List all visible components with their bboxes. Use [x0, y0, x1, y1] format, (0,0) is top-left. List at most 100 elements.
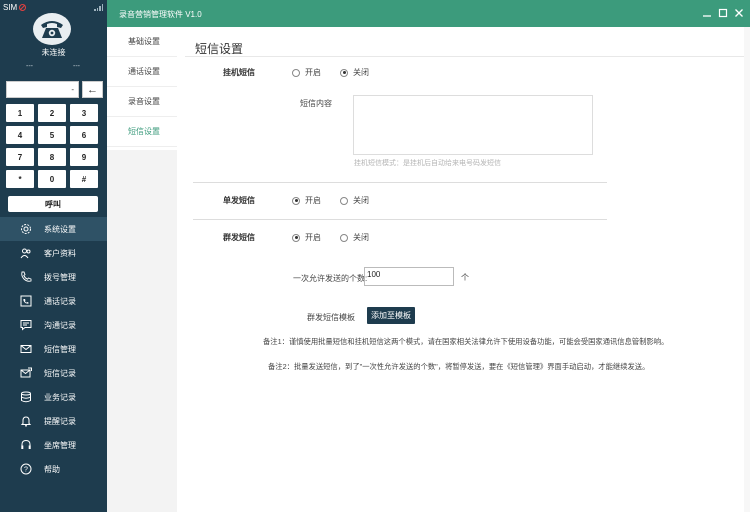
radio-icon: [292, 68, 300, 77]
headset-icon: [20, 439, 32, 451]
radio-selected-icon: [340, 68, 348, 77]
submenu-basic-settings[interactable]: 基础设置: [107, 27, 177, 57]
database-icon: [20, 391, 32, 403]
group-template-label: 群发短信模板: [307, 313, 355, 322]
group-sms-open-radio[interactable]: 开启: [292, 232, 321, 243]
nav-label: 沟通记录: [44, 320, 76, 330]
key-star[interactable]: *: [6, 170, 34, 188]
nav-item-seat-management[interactable]: 坐席管理: [0, 433, 107, 457]
phone-icon: [20, 271, 32, 283]
connection-status: 未连接: [41, 48, 66, 57]
note-1: 备注1：谨慎使用批量短信和挂机短信这两个模式，请在国家相关法律允许下使用设备功能…: [263, 337, 669, 346]
nav-item-help[interactable]: ? 帮助: [0, 457, 107, 481]
nav-label: 业务记录: [44, 392, 76, 402]
send-count-unit: 个: [461, 273, 469, 282]
help-icon: ?: [20, 463, 32, 475]
chat-icon: [20, 319, 32, 331]
nav-label: 系统设置: [44, 224, 76, 234]
key-2[interactable]: 2: [38, 104, 66, 122]
nav-item-system-settings[interactable]: 系统设置: [0, 217, 107, 241]
nav-label: 短信记录: [44, 368, 76, 378]
svg-text:?: ?: [24, 467, 28, 474]
key-0[interactable]: 0: [38, 170, 66, 188]
close-icon[interactable]: [733, 7, 745, 19]
gear-icon: [20, 223, 32, 235]
key-8[interactable]: 8: [38, 148, 66, 166]
sim-disabled-icon: [19, 4, 27, 11]
nav-label: 帮助: [44, 464, 60, 474]
settings-submenu: 基础设置 通话设置 录音设置 短信设置: [107, 27, 177, 512]
maximize-icon[interactable]: [717, 7, 729, 19]
nav-item-call-records[interactable]: 通话记录: [0, 289, 107, 313]
submenu-sms-settings[interactable]: 短信设置: [107, 117, 177, 147]
nav-label: 拨号管理: [44, 272, 76, 282]
hangup-sms-label: 挂机短信: [223, 68, 255, 77]
minimize-icon[interactable]: [701, 7, 713, 19]
signal-icon: [94, 4, 103, 11]
title-divider: [185, 56, 744, 57]
nav-item-reminder-records[interactable]: 提醒记录: [0, 409, 107, 433]
nav-label: 短信管理: [44, 344, 76, 354]
single-sms-open-radio[interactable]: 开启: [292, 195, 321, 206]
call-button[interactable]: 呼叫: [8, 196, 98, 212]
left-sidebar: SIM 未连接 --- --- - ← 1 2 3 4 5 6 7 8 9 * …: [0, 0, 107, 512]
page-title: 短信设置: [195, 42, 244, 56]
telephone-icon: [33, 13, 71, 45]
group-sms-close-radio[interactable]: 关闭: [340, 232, 369, 243]
mail-icon: [20, 343, 32, 355]
nav-label: 提醒记录: [44, 416, 76, 426]
submenu-recording-settings[interactable]: 录音设置: [107, 87, 177, 117]
sms-content-textarea[interactable]: [353, 95, 593, 155]
sim-label: SIM: [3, 3, 18, 12]
send-count-input[interactable]: 100: [364, 267, 454, 286]
radio-label: 开启: [305, 233, 321, 242]
key-1[interactable]: 1: [6, 104, 34, 122]
nav-label: 坐席管理: [44, 440, 76, 450]
send-count-label: 一次允许发送的个数:: [293, 274, 368, 283]
dial-number-input[interactable]: -: [6, 81, 79, 98]
sms-content-label: 短信内容: [300, 99, 332, 108]
key-4[interactable]: 4: [6, 126, 34, 144]
hangup-sms-open-radio[interactable]: 开启: [292, 67, 321, 78]
radio-selected-icon: [292, 196, 300, 205]
single-sms-close-radio[interactable]: 关闭: [340, 195, 369, 206]
nav-label: 通话记录: [44, 296, 76, 306]
radio-icon: [340, 196, 348, 205]
users-icon: [20, 247, 32, 259]
key-6[interactable]: 6: [70, 126, 98, 144]
radio-label: 关闭: [353, 233, 369, 242]
radio-selected-icon: [292, 233, 300, 242]
key-7[interactable]: 7: [6, 148, 34, 166]
key-3[interactable]: 3: [70, 104, 98, 122]
line-value-left: ---: [26, 63, 33, 70]
add-to-template-button[interactable]: 添加至模板: [367, 307, 415, 324]
hangup-sms-close-radio[interactable]: 关闭: [340, 67, 369, 78]
scrollbar[interactable]: [744, 27, 750, 512]
group-sms-label: 群发短信: [223, 233, 255, 242]
radio-label: 关闭: [353, 68, 369, 77]
key-5[interactable]: 5: [38, 126, 66, 144]
nav-item-business-records[interactable]: 业务记录: [0, 385, 107, 409]
radio-label: 开启: [305, 196, 321, 205]
nav-item-sms-records[interactable]: 短信记录: [0, 361, 107, 385]
main-nav: 系统设置 客户资料 拨号管理 通话记录 沟通记录 短信管理 短信记录 业务记录 …: [0, 217, 107, 481]
title-bar: 录音营销管理软件 V1.0: [107, 0, 750, 27]
call-log-icon: [20, 295, 32, 307]
nav-item-customers[interactable]: 客户资料: [0, 241, 107, 265]
submenu-call-settings[interactable]: 通话设置: [107, 57, 177, 87]
dial-keypad: 1 2 3 4 5 6 7 8 9 * 0 #: [6, 104, 99, 188]
bell-icon: [20, 415, 32, 427]
nav-item-sms-management[interactable]: 短信管理: [0, 337, 107, 361]
radio-label: 开启: [305, 68, 321, 77]
key-9[interactable]: 9: [70, 148, 98, 166]
key-hash[interactable]: #: [70, 170, 98, 188]
sms-content-hint: 挂机短信模式：是挂机后自动给来电号码发短信: [354, 160, 501, 167]
radio-label: 关闭: [353, 196, 369, 205]
section-divider: [193, 182, 607, 183]
line-value-right: ---: [73, 63, 80, 70]
backspace-button[interactable]: ←: [82, 81, 103, 98]
nav-item-communication-records[interactable]: 沟通记录: [0, 313, 107, 337]
nav-item-dial-management[interactable]: 拨号管理: [0, 265, 107, 289]
sim-indicator: SIM: [3, 3, 27, 12]
mail-send-icon: [20, 367, 32, 379]
